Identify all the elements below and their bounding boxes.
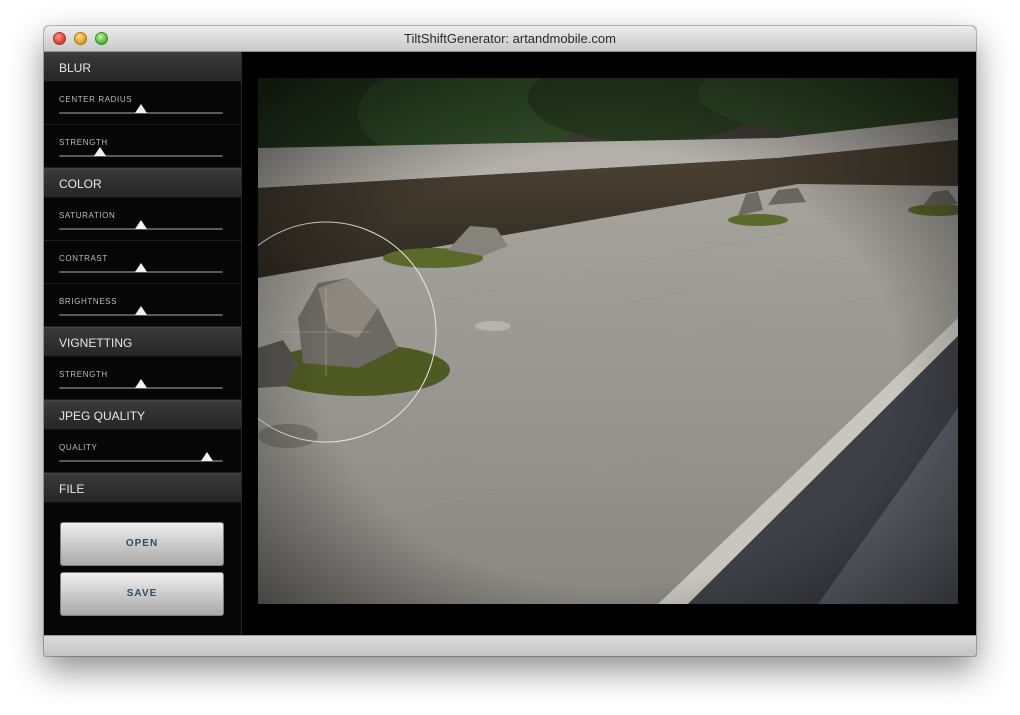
contrast-label: CONTRAST [59, 254, 108, 263]
status-bar [44, 635, 976, 656]
image-viewport [242, 52, 976, 635]
preview-image [258, 78, 958, 604]
vignetting-strength-slider-thumb[interactable] [135, 379, 147, 388]
file-section-header: FILE [44, 473, 241, 503]
blur-strength-control: STRENGTH [44, 125, 241, 168]
vignetting-strength-label: STRENGTH [59, 370, 108, 379]
contrast-control: CONTRAST [44, 241, 241, 284]
color-section-header: COLOR [44, 168, 241, 198]
center-radius-label: CENTER RADIUS [59, 95, 133, 104]
quality-label: QUALITY [59, 443, 98, 452]
contrast-slider-thumb[interactable] [135, 263, 147, 272]
brightness-control: BRIGHTNESS [44, 284, 241, 327]
vignetting-strength-slider[interactable] [59, 379, 223, 389]
contrast-slider[interactable] [59, 263, 223, 273]
open-button[interactable]: OPEN [60, 522, 224, 566]
vignetting-strength-control: STRENGTH [44, 357, 241, 400]
controls-sidebar: BLUR CENTER RADIUS STRENGTH COLOR SATURA… [44, 52, 242, 635]
vignetting-section-header: VIGNETTING [44, 327, 241, 357]
quality-control: QUALITY [44, 430, 241, 473]
blur-strength-slider[interactable] [59, 147, 223, 157]
saturation-slider[interactable] [59, 220, 223, 230]
jpeg-quality-section-header: JPEG QUALITY [44, 400, 241, 430]
blur-strength-slider-thumb[interactable] [94, 147, 106, 156]
center-radius-slider[interactable] [59, 104, 223, 114]
center-radius-slider-thumb[interactable] [135, 104, 147, 113]
saturation-control: SATURATION [44, 198, 241, 241]
zen-garden-photo [258, 78, 958, 604]
brightness-slider-thumb[interactable] [135, 306, 147, 315]
saturation-slider-thumb[interactable] [135, 220, 147, 229]
brightness-label: BRIGHTNESS [59, 297, 118, 306]
quality-slider-thumb[interactable] [200, 452, 213, 461]
brightness-slider[interactable] [59, 306, 223, 316]
save-button[interactable]: SAVE [60, 572, 224, 616]
window-title: TiltShiftGenerator: artandmobile.com [404, 31, 616, 46]
title-bar[interactable]: TiltShiftGenerator: artandmobile.com [44, 26, 976, 52]
quality-slider[interactable] [59, 452, 223, 462]
center-radius-control: CENTER RADIUS [44, 82, 241, 125]
blur-section-header: BLUR [44, 52, 241, 82]
saturation-label: SATURATION [59, 211, 116, 220]
blur-strength-label: STRENGTH [59, 138, 108, 147]
app-window: TiltShiftGenerator: artandmobile.com BLU… [44, 26, 976, 656]
